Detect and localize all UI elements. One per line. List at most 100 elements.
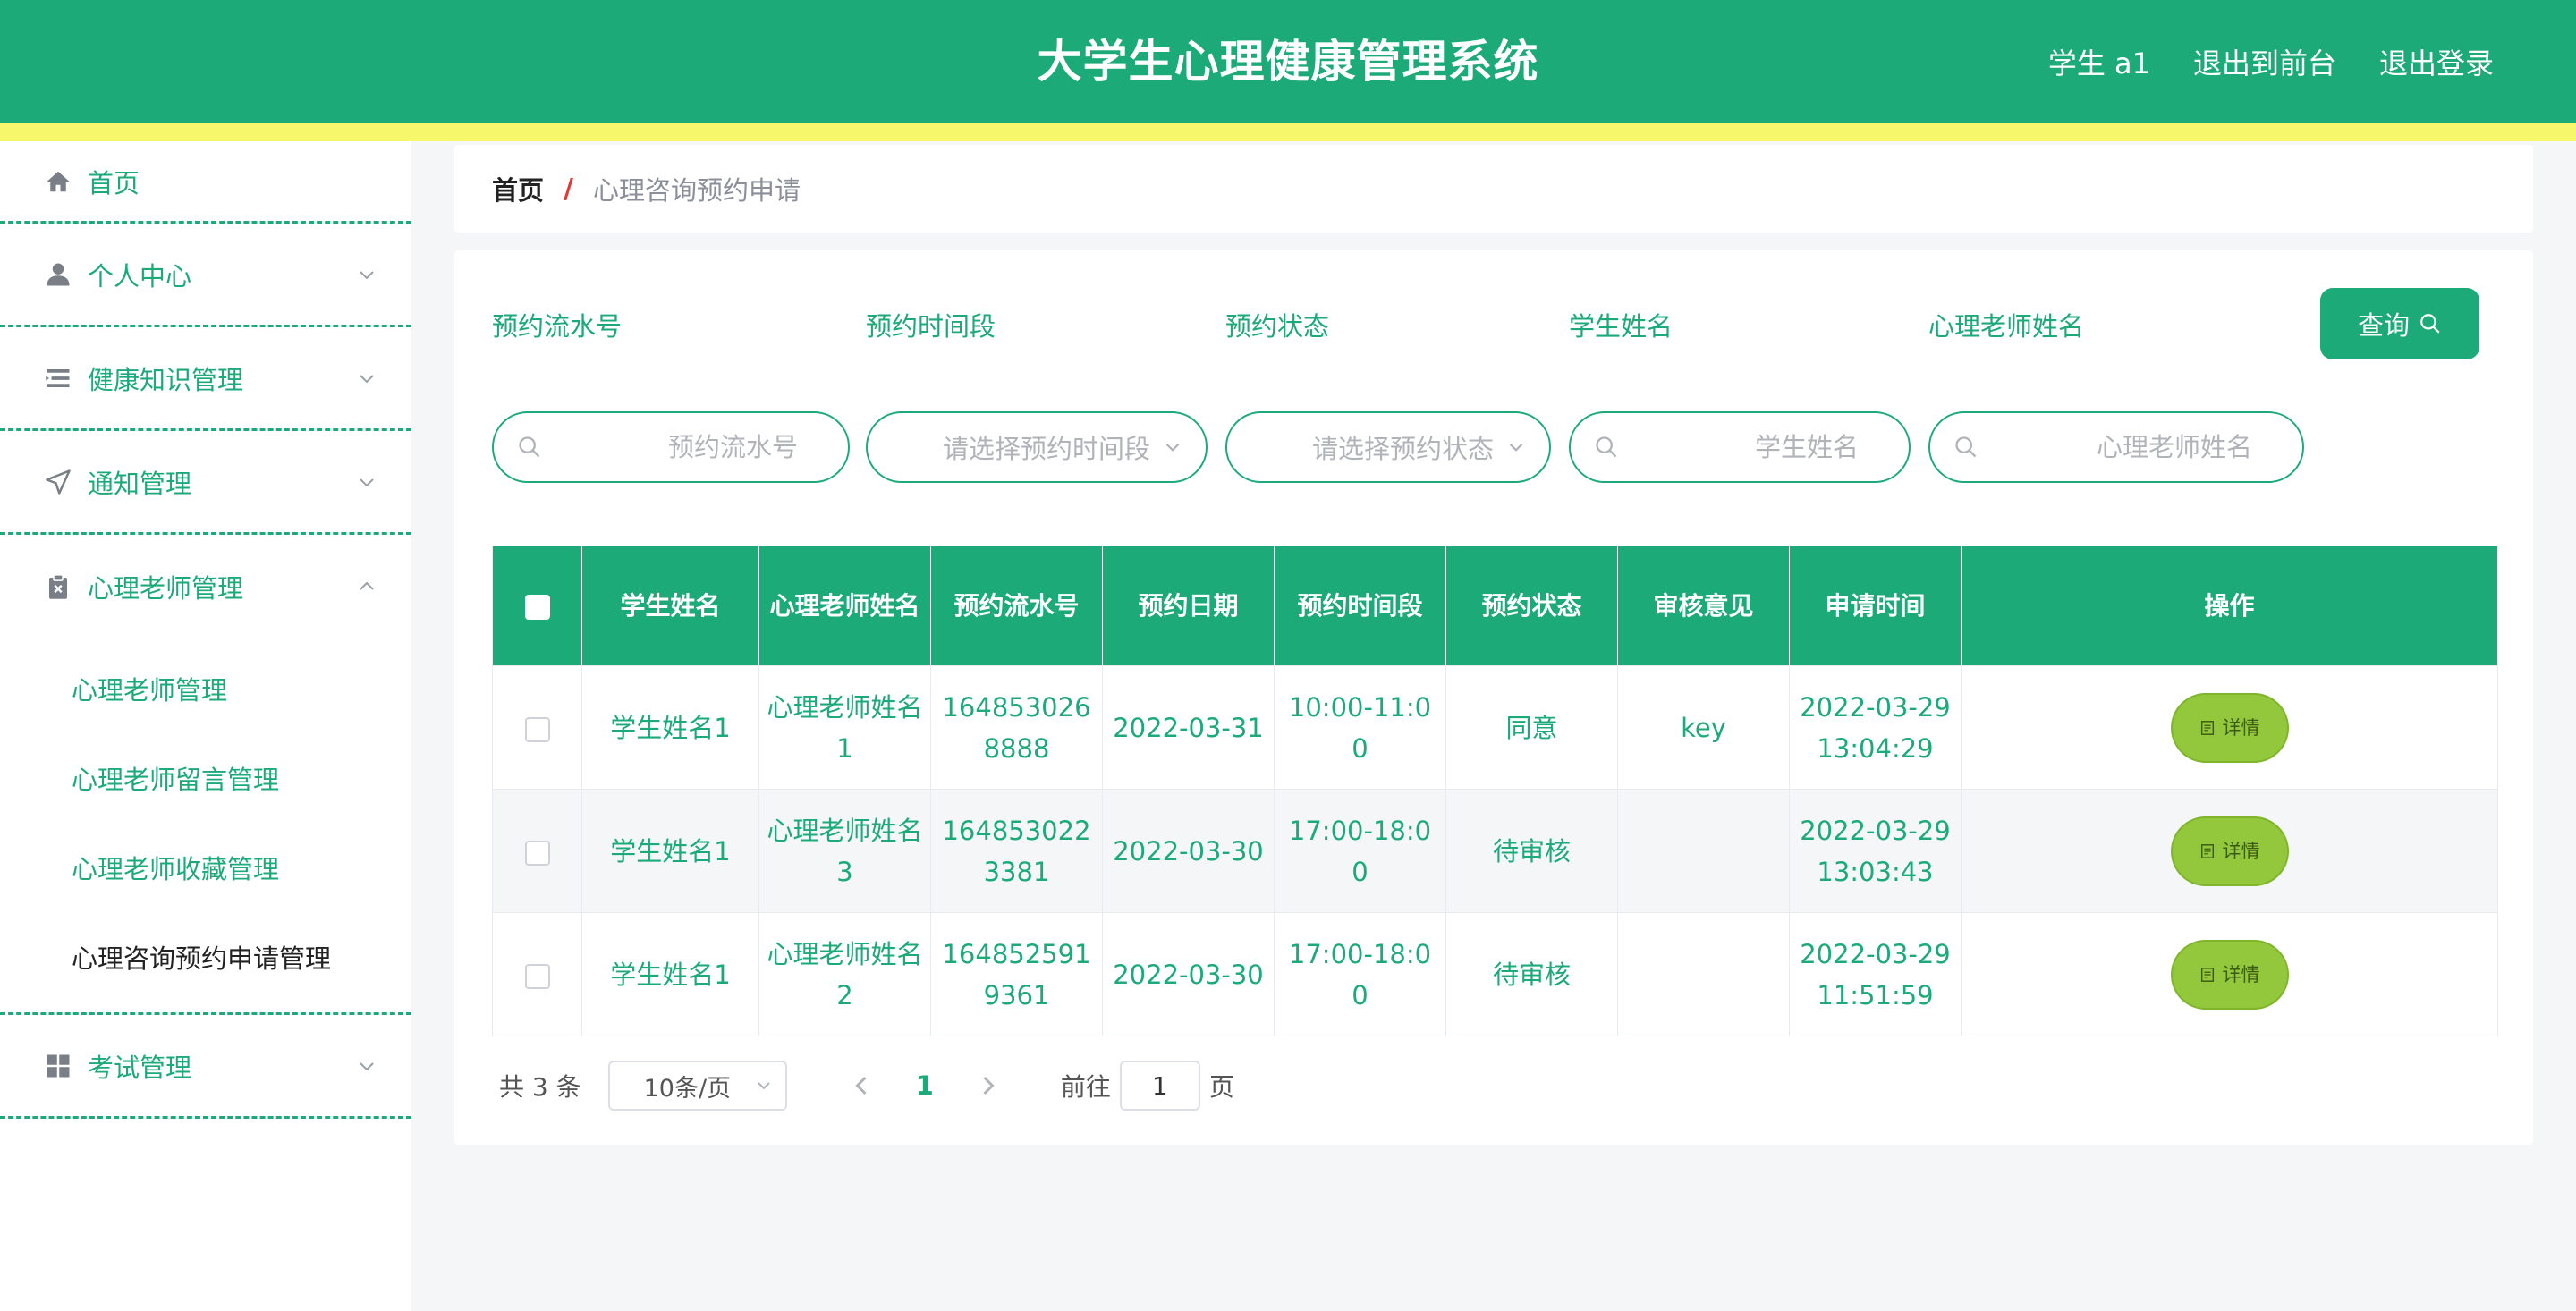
search-icon bbox=[1596, 436, 1617, 458]
sidebar-item-label: 个人中心 bbox=[88, 260, 192, 292]
cell-teacher: 心理老师姓名3 bbox=[758, 789, 931, 913]
timeslot-label: 预约时间段 bbox=[866, 311, 996, 342]
cell-serial: 1648530268888 bbox=[930, 665, 1103, 790]
student-input[interactable] bbox=[1619, 432, 1885, 462]
submenu-item-teacher-favorite[interactable]: 心理老师收藏管理 bbox=[0, 823, 411, 912]
home-icon bbox=[43, 166, 73, 197]
document-icon bbox=[2200, 843, 2214, 858]
sidebar-item-personal-center[interactable]: 个人中心 bbox=[0, 224, 411, 327]
logout-link[interactable]: 退出登录 bbox=[2379, 41, 2494, 82]
cell-opinion bbox=[1617, 789, 1790, 913]
chevron-down-icon bbox=[360, 478, 374, 486]
column-header: 预约流水号 bbox=[930, 546, 1103, 666]
submenu-item-teacher-message[interactable]: 心理老师留言管理 bbox=[0, 733, 411, 823]
page-size-select[interactable]: 10条/页 bbox=[607, 1061, 787, 1111]
select-all-cell bbox=[492, 546, 582, 666]
sidebar-item-teacher-management[interactable]: 心理老师管理 bbox=[0, 535, 411, 639]
serial-input[interactable] bbox=[542, 432, 825, 462]
cell-teacher: 心理老师姓名1 bbox=[758, 665, 931, 790]
detail-button[interactable]: 详情 bbox=[2170, 692, 2289, 763]
sidebar-item-label: 通知管理 bbox=[88, 468, 192, 499]
column-header: 操作 bbox=[1961, 546, 2498, 666]
sidebar-item-notice[interactable]: 通知管理 bbox=[0, 431, 411, 535]
cell-status: 同意 bbox=[1445, 665, 1618, 790]
query-label: 查询 bbox=[2357, 310, 2410, 341]
appointment-table: 学生姓名 心理老师姓名 预约流水号 预约日期 预约时间段 预约状态 审核意见 申… bbox=[492, 546, 2498, 1036]
submenu-item-consult-appointment[interactable]: 心理咨询预约申请管理 bbox=[0, 912, 411, 1002]
cell-opinion bbox=[1617, 912, 1790, 1036]
timeslot-placeholder: 请选择预约时间段 bbox=[942, 434, 1150, 464]
teacher-input[interactable] bbox=[1979, 432, 2279, 462]
header-accent-strip bbox=[0, 123, 2576, 141]
cell-actions: 详情 bbox=[1961, 912, 2498, 1036]
list-icon bbox=[43, 363, 73, 393]
chevron-down-icon bbox=[757, 1082, 770, 1090]
next-page-icon[interactable] bbox=[975, 1072, 1002, 1099]
prev-page-icon[interactable] bbox=[848, 1072, 875, 1099]
status-select[interactable]: 请选择预约状态 bbox=[1225, 411, 1551, 483]
cell-actions: 详情 bbox=[1961, 789, 2498, 913]
cell-teacher: 心理老师姓名2 bbox=[758, 912, 931, 1036]
sidebar-item-exam[interactable]: 考试管理 bbox=[0, 1015, 411, 1119]
row-checkbox[interactable] bbox=[524, 716, 550, 742]
row-checkbox[interactable] bbox=[524, 963, 550, 989]
serial-input-box[interactable] bbox=[492, 411, 850, 483]
timeslot-select[interactable]: 请选择预约时间段 bbox=[866, 411, 1208, 483]
breadcrumb: 首页 / 心理咨询预约申请 bbox=[454, 145, 2533, 233]
goto-page-input[interactable] bbox=[1119, 1061, 1200, 1111]
student-label: 学生姓名 bbox=[1569, 311, 1674, 342]
table-row: 学生姓名1 心理老师姓名2 1648525919361 2022-03-30 1… bbox=[492, 912, 2498, 1036]
cell-student: 学生姓名1 bbox=[581, 665, 759, 790]
search-icon bbox=[2420, 314, 2440, 334]
cell-serial: 1648525919361 bbox=[930, 912, 1103, 1036]
sidebar-item-label: 心理老师管理 bbox=[88, 573, 244, 604]
cell-opinion: key bbox=[1617, 665, 1790, 790]
submenu-item-teacher[interactable]: 心理老师管理 bbox=[0, 644, 411, 733]
cell-actions: 详情 bbox=[1961, 665, 2498, 790]
pagination: 共 3 条 10条/页 1 前往 页 bbox=[499, 1061, 1234, 1111]
detail-label: 详情 bbox=[2222, 840, 2260, 862]
chevron-down-icon bbox=[1509, 443, 1523, 452]
breadcrumb-current: 心理咨询预约申请 bbox=[592, 175, 801, 206]
cell-student: 学生姓名1 bbox=[581, 912, 759, 1036]
query-button[interactable]: 查询 bbox=[2320, 288, 2479, 359]
teacher-input-box[interactable] bbox=[1928, 411, 2304, 483]
total-count: 共 3 条 bbox=[499, 1072, 581, 1102]
serial-label: 预约流水号 bbox=[492, 311, 623, 342]
sidebar-item-home[interactable]: 首页 bbox=[0, 141, 411, 224]
select-all-checkbox[interactable] bbox=[524, 594, 550, 620]
column-header: 申请时间 bbox=[1789, 546, 1962, 666]
column-header: 审核意见 bbox=[1617, 546, 1790, 666]
row-select-cell bbox=[492, 665, 582, 790]
sidebar-item-health-knowledge[interactable]: 健康知识管理 bbox=[0, 327, 411, 431]
cell-applied-time: 2022-03-29 11:51:59 bbox=[1789, 912, 1962, 1036]
cell-timeslot: 10:00-11:00 bbox=[1274, 665, 1446, 790]
cell-date: 2022-03-30 bbox=[1102, 789, 1275, 913]
student-input-box[interactable] bbox=[1569, 411, 1911, 483]
cell-date: 2022-03-30 bbox=[1102, 912, 1275, 1036]
sidebar-item-label: 考试管理 bbox=[88, 1052, 192, 1083]
detail-button[interactable]: 详情 bbox=[2170, 816, 2289, 886]
detail-button[interactable]: 详情 bbox=[2170, 939, 2289, 1010]
send-icon bbox=[43, 467, 73, 497]
chevron-up-icon bbox=[360, 581, 374, 590]
current-user-link[interactable]: 学生 a1 bbox=[2048, 41, 2150, 82]
document-icon bbox=[2200, 720, 2214, 735]
cell-applied-time: 2022-03-29 13:04:29 bbox=[1789, 665, 1962, 790]
main-panel: 预约流水号 预约时间段 请选择预约时间段 预约状态 请选择预约状态 学生姓名 心… bbox=[454, 250, 2533, 1145]
row-select-cell bbox=[492, 789, 582, 913]
column-header: 心理老师姓名 bbox=[758, 546, 931, 666]
clipboard-icon bbox=[43, 571, 73, 602]
page-number-current[interactable]: 1 bbox=[916, 1070, 934, 1101]
status-placeholder: 请选择预约状态 bbox=[1311, 434, 1494, 464]
cell-timeslot: 17:00-18:00 bbox=[1274, 789, 1446, 913]
teacher-label: 心理老师姓名 bbox=[1928, 311, 2085, 342]
breadcrumb-home[interactable]: 首页 bbox=[492, 170, 544, 207]
grid-icon bbox=[43, 1051, 73, 1081]
exit-to-front-link[interactable]: 退出到前台 bbox=[2193, 41, 2336, 82]
chevron-down-icon bbox=[360, 1061, 374, 1070]
sidebar: 首页 个人中心 健康知识管理 通知管理 心理老师管理 心理老师管理 心理老师留言… bbox=[0, 141, 411, 1311]
row-checkbox[interactable] bbox=[524, 840, 550, 866]
table-header-row: 学生姓名 心理老师姓名 预约流水号 预约日期 预约时间段 预约状态 审核意见 申… bbox=[492, 546, 2498, 666]
column-header: 预约日期 bbox=[1102, 546, 1275, 666]
